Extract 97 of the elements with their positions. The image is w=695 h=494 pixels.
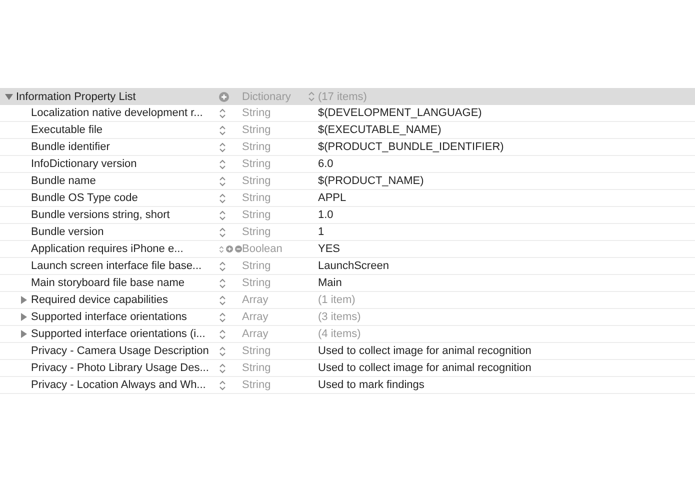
stepper-icon[interactable]	[219, 124, 226, 136]
property-row[interactable]: Supported interface orientations (i... Array (4 items)	[0, 326, 695, 343]
stepper-icon[interactable]	[219, 226, 226, 238]
stepper-icon[interactable]	[219, 380, 226, 390]
key-label: Privacy - Camera Usage Description	[31, 345, 209, 357]
property-row[interactable]: Supported interface orientations Array (3 items)	[0, 309, 695, 326]
property-row[interactable]: Privacy - Photo Library Usage Des... String Used to collect image for animal recognition	[0, 360, 695, 377]
stepper-icon[interactable]	[308, 91, 315, 102]
property-row[interactable]: InfoDictionary version String 6.0	[0, 156, 695, 173]
value-label: (3 items)	[318, 311, 361, 323]
stepper-icon[interactable]	[219, 346, 226, 356]
key-label: InfoDictionary version	[31, 158, 137, 170]
value-label: (1 item)	[318, 294, 356, 306]
value-label: LaunchScreen	[318, 260, 389, 272]
value-label: Used to collect image for animal recognition	[318, 345, 532, 357]
property-row[interactable]: Bundle versions string, short String 1.0	[0, 207, 695, 224]
type-label: String	[242, 362, 271, 374]
type-label: String	[242, 192, 271, 204]
value-label: 1	[318, 226, 324, 238]
value-label: 6.0	[318, 158, 334, 170]
value-label: APPL	[318, 192, 346, 204]
type-label: Array	[242, 328, 268, 340]
property-row[interactable]: Localization native development r... String $(DEVELOPMENT_LANGUAGE)	[0, 105, 695, 122]
property-row[interactable]: Application requires iPhone e... Boolean YES	[0, 241, 695, 258]
type-label: String	[242, 226, 271, 238]
add-icon[interactable]	[219, 92, 229, 102]
key-label: Executable file	[31, 124, 103, 136]
type-label: String	[242, 345, 271, 357]
stepper-icon[interactable]	[219, 260, 226, 272]
type-label: Boolean	[242, 243, 282, 255]
type-label: String	[242, 260, 271, 272]
key-label: Privacy - Photo Library Usage Des...	[31, 362, 209, 374]
add-icon[interactable]	[226, 244, 233, 254]
key-label: Bundle version	[31, 226, 104, 238]
property-row[interactable]: Required device capabilities Array (1 item)	[0, 292, 695, 309]
key-label: Launch screen interface file base...	[31, 260, 202, 272]
stepper-icon[interactable]	[219, 278, 226, 288]
value-label: $(EXECUTABLE_NAME)	[318, 124, 442, 136]
stepper-icon[interactable]	[219, 142, 226, 152]
type-label: String	[242, 158, 271, 170]
type-label: String	[242, 209, 271, 221]
key-label: Information Property List	[16, 90, 136, 102]
disclosure-triangle-icon[interactable]	[20, 296, 28, 304]
key-label: Bundle name	[31, 175, 96, 187]
type-label: Dictionary	[242, 90, 291, 102]
key-label: Required device capabilities	[31, 294, 168, 306]
property-row[interactable]: Privacy - Location Always and Wh... String Used to mark findings	[0, 377, 695, 394]
key-label: Localization native development r...	[31, 107, 203, 119]
stepper-icon[interactable]	[219, 192, 226, 204]
property-row[interactable]: Bundle OS Type code String APPL	[0, 190, 695, 207]
value-label: Used to mark findings	[318, 379, 424, 391]
type-label: String	[242, 175, 271, 187]
root-row[interactable]: Information Property List Dictionary (17 items)	[0, 88, 695, 105]
value-label: $(DEVELOPMENT_LANGUAGE)	[318, 107, 482, 119]
stepper-icon[interactable]	[219, 244, 224, 254]
key-label: Supported interface orientations (i...	[31, 328, 206, 340]
property-row[interactable]: Executable file String $(EXECUTABLE_NAME)	[0, 122, 695, 139]
type-label: String	[242, 107, 271, 119]
key-label: Privacy - Location Always and Wh...	[31, 379, 206, 391]
type-label: Array	[242, 294, 268, 306]
stepper-icon[interactable]	[219, 176, 226, 186]
type-label: String	[242, 124, 271, 136]
property-row[interactable]: Bundle name String $(PRODUCT_NAME)	[0, 173, 695, 190]
key-label: Supported interface orientations	[31, 311, 187, 323]
property-row[interactable]: Launch screen interface file base... String LaunchScreen	[0, 258, 695, 275]
value-label: 1.0	[318, 209, 334, 221]
remove-icon[interactable]	[234, 244, 242, 254]
value-label: Used to collect image for animal recognition	[318, 362, 532, 374]
stepper-icon[interactable]	[219, 328, 226, 340]
property-row[interactable]: Main storyboard file base name String Main	[0, 275, 695, 292]
stepper-icon[interactable]	[219, 210, 226, 220]
key-label: Bundle versions string, short	[31, 209, 170, 221]
disclosure-triangle-icon[interactable]	[5, 92, 13, 100]
value-label: $(PRODUCT_BUNDLE_IDENTIFIER)	[318, 141, 504, 153]
value-label: (17 items)	[318, 90, 367, 102]
key-label: Bundle identifier	[31, 141, 110, 153]
stepper-icon[interactable]	[219, 294, 226, 306]
disclosure-triangle-icon[interactable]	[20, 313, 28, 321]
value-label: YES	[318, 243, 340, 255]
type-label: Array	[242, 311, 268, 323]
property-row[interactable]: Bundle identifier String $(PRODUCT_BUNDLE_IDENTIFIER)	[0, 139, 695, 156]
type-label: String	[242, 141, 271, 153]
key-label: Main storyboard file base name	[31, 277, 184, 289]
value-label: Main	[318, 277, 342, 289]
stepper-icon[interactable]	[219, 158, 226, 170]
disclosure-triangle-icon[interactable]	[20, 330, 28, 338]
property-row[interactable]: Privacy - Camera Usage Description String Used to collect image for animal recognition	[0, 343, 695, 360]
key-label: Application requires iPhone e...	[31, 243, 184, 255]
type-label: String	[242, 277, 271, 289]
value-label: $(PRODUCT_NAME)	[318, 175, 424, 187]
key-label: Bundle OS Type code	[31, 192, 138, 204]
stepper-icon[interactable]	[219, 312, 226, 322]
stepper-icon[interactable]	[219, 362, 226, 374]
stepper-icon[interactable]	[219, 108, 226, 118]
value-label: (4 items)	[318, 328, 361, 340]
type-label: String	[242, 379, 271, 391]
property-row[interactable]: Bundle version String 1	[0, 224, 695, 241]
